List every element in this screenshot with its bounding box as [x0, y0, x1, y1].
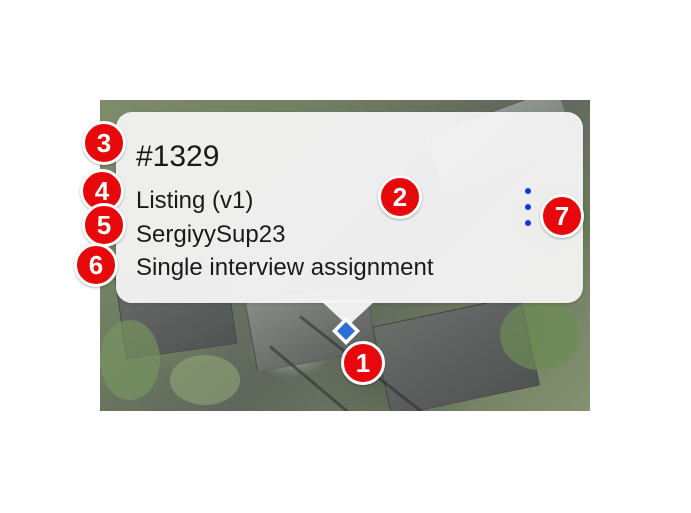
badge-7: 7 — [540, 194, 584, 238]
badge-3: 3 — [82, 121, 126, 165]
assignment-id: #1329 — [136, 140, 220, 173]
more-vertical-icon[interactable] — [519, 184, 539, 230]
badge-2: 2 — [378, 175, 422, 219]
badge-6: 6 — [74, 243, 118, 287]
responsible-user: SergiyySup23 — [136, 221, 286, 248]
menu-dot — [525, 204, 531, 210]
map-tree — [170, 355, 240, 405]
map-tree — [100, 320, 160, 400]
menu-dot — [525, 220, 531, 226]
badge-5: 5 — [82, 203, 126, 247]
assignment-type: Single interview assignment — [136, 254, 434, 281]
map-view: #1329 Listing (v1) SergiyySup23 Single i… — [0, 0, 691, 513]
badge-1: 1 — [341, 341, 385, 385]
questionnaire-name: Listing (v1) — [136, 187, 254, 214]
menu-dot — [525, 188, 531, 194]
map-tree — [500, 300, 580, 370]
